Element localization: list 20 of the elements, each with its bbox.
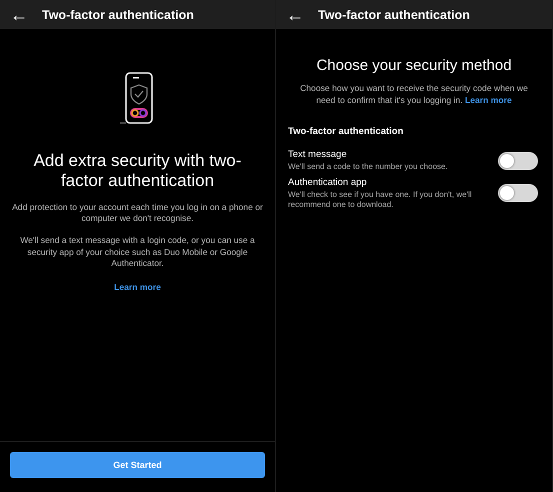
toggle-switch[interactable] xyxy=(498,184,538,202)
phone-shield-icon xyxy=(120,71,156,127)
get-started-button[interactable]: Get Started xyxy=(10,452,265,478)
description-text: Add protection to your account each time you log in on a phone or computer we don't recognise. xyxy=(12,202,263,225)
heading: Add extra security with two-factor authentication xyxy=(32,151,242,192)
learn-more-link[interactable]: Learn more xyxy=(464,94,512,105)
heading: Choose your security method xyxy=(316,57,512,75)
screen-title: Two-factor authentication xyxy=(42,8,194,22)
option-label: Text message xyxy=(288,149,348,160)
toggle-switch[interactable] xyxy=(498,152,538,170)
option-description: We'll send a code to the number you choose. xyxy=(288,162,449,173)
option-description: We'll check to see if you have one. If you don't, we'll recommend one to download. xyxy=(288,190,473,210)
option-label: Authentication app xyxy=(288,176,368,188)
screen-title: Two-factor authentication xyxy=(318,8,470,22)
learn-more-link[interactable]: Learn more xyxy=(114,282,161,292)
description-text: We'll send a text message with a login code, or you can use a security app of your choice such as Duo Mobile or Google Authenticator. xyxy=(19,234,256,270)
back-button[interactable]: ← xyxy=(286,6,304,24)
back-button[interactable]: ← xyxy=(10,6,28,24)
section-title: Two-factor authentication xyxy=(288,126,404,138)
description-text: Choose how you want to receive the security code when we need to confirm that it's you logging in. Learn more xyxy=(299,83,529,106)
